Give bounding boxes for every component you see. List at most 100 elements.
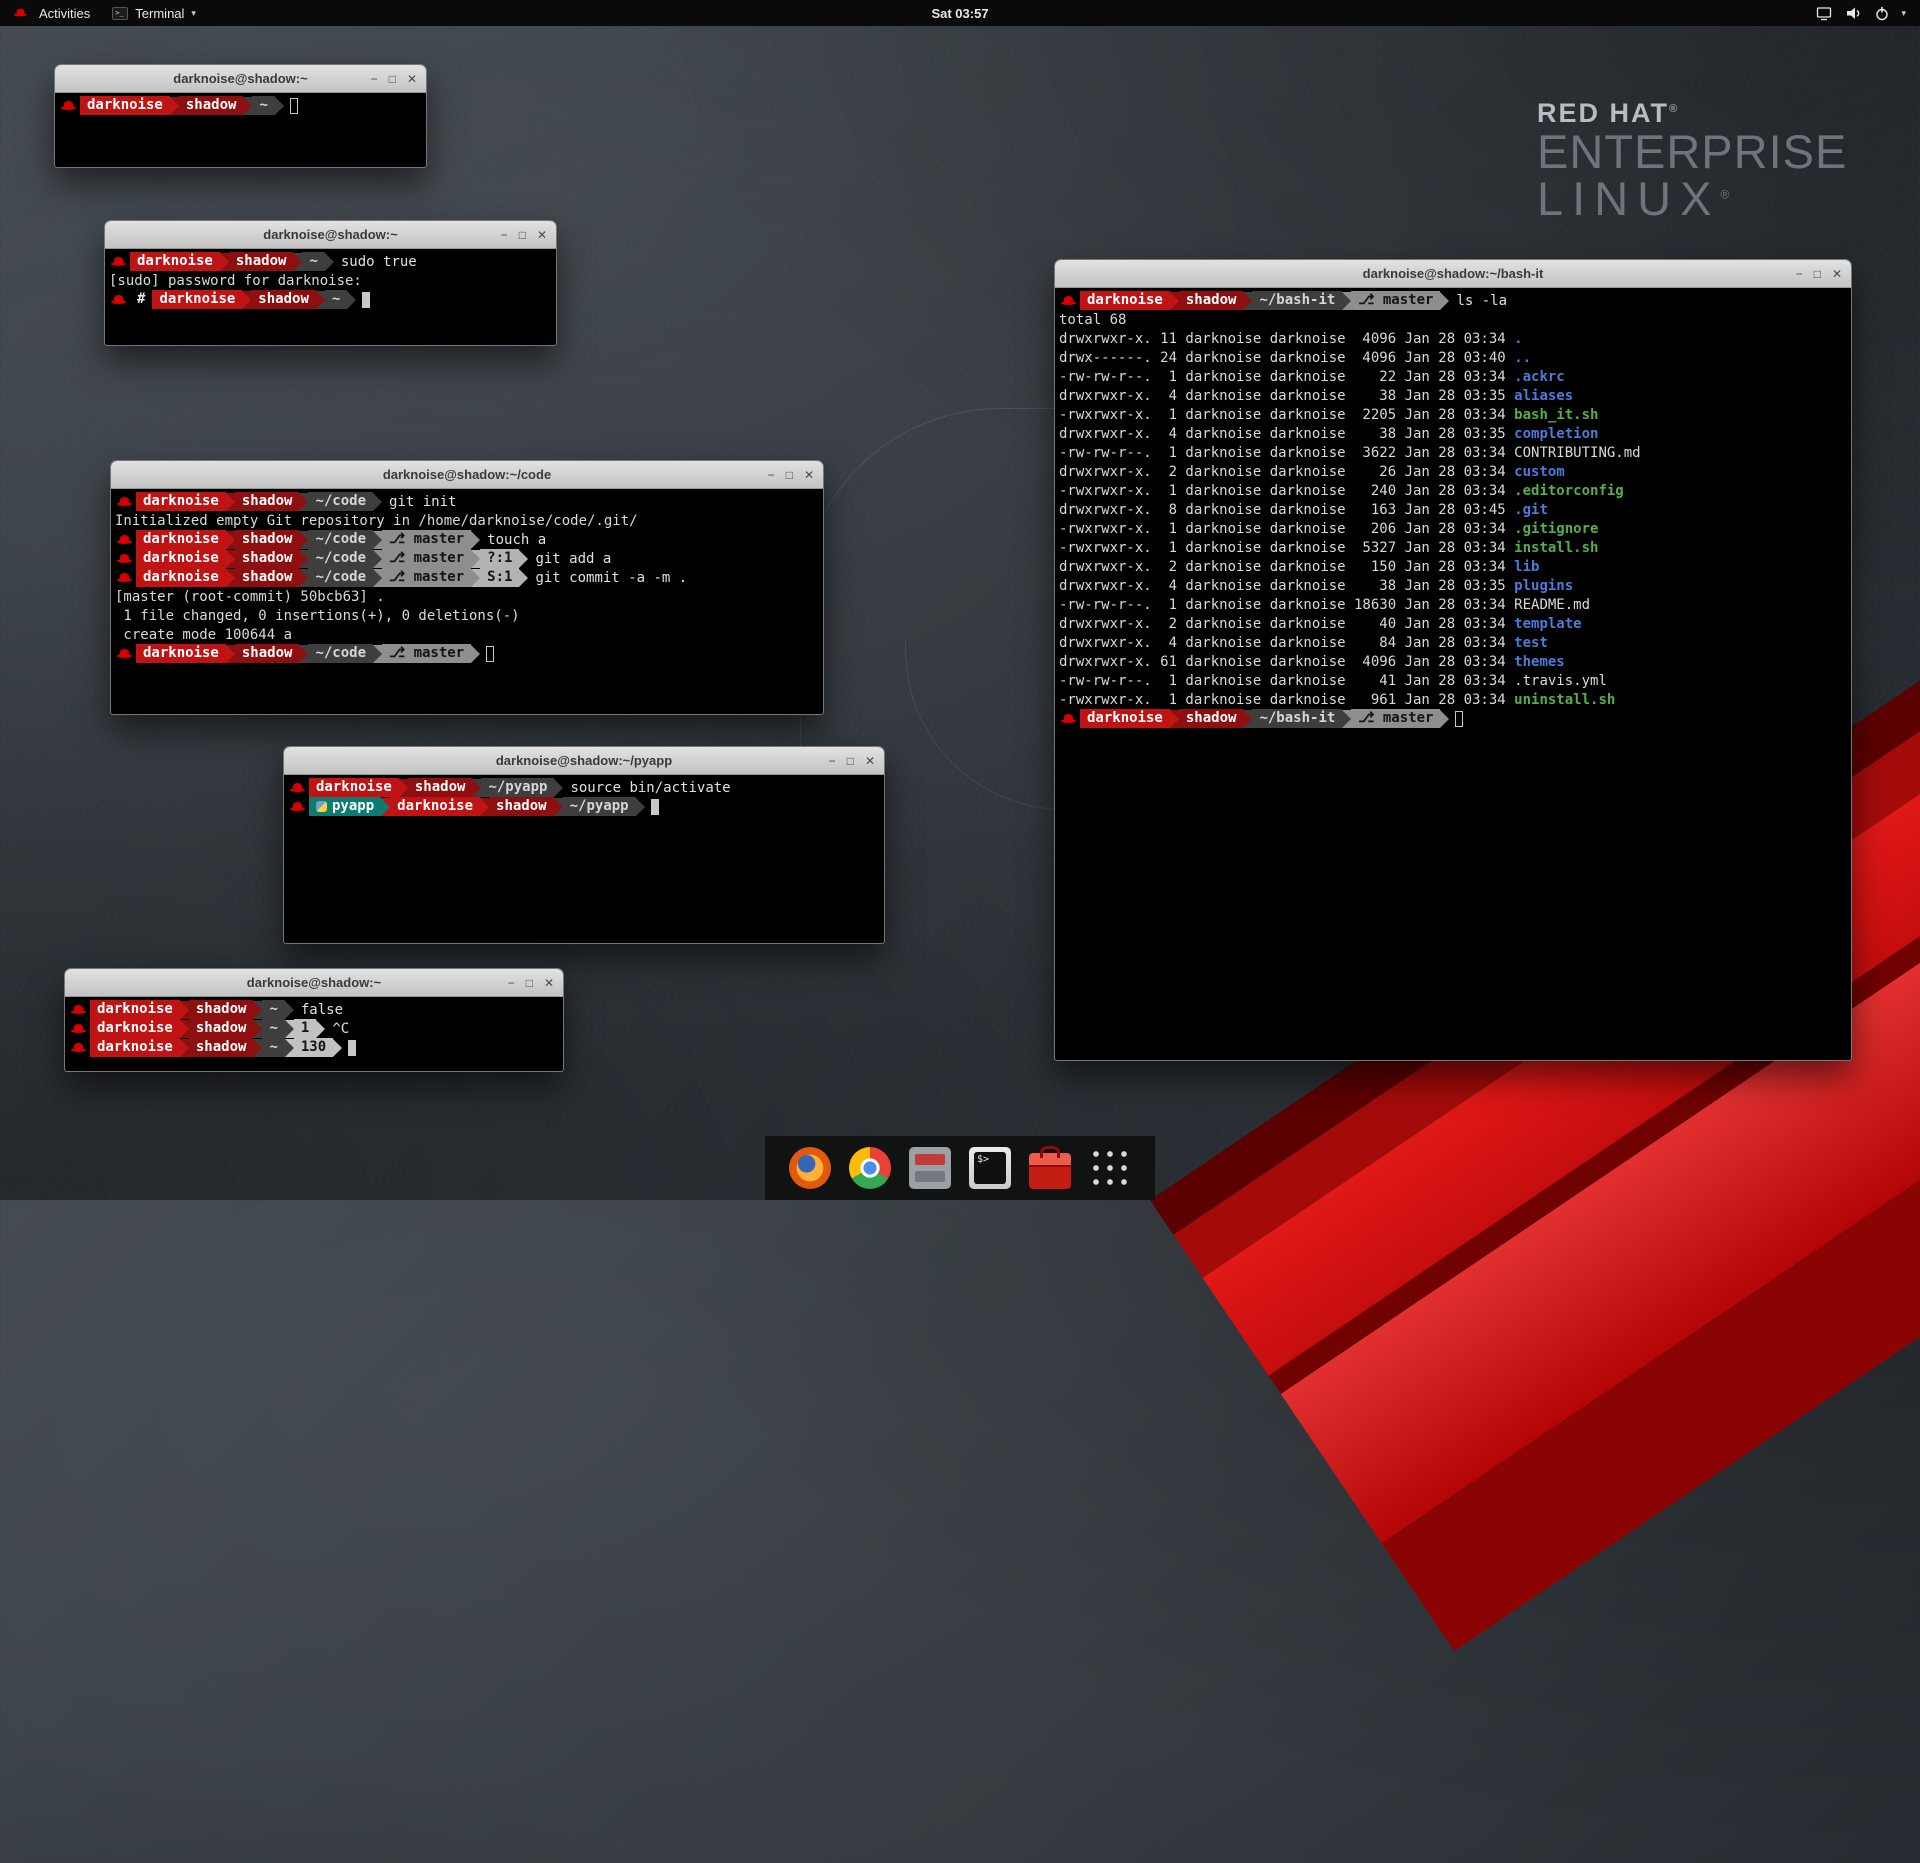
- terminal-cursor: [651, 799, 659, 815]
- prompt-user-segment: darknoise: [80, 96, 170, 115]
- window-titlebar[interactable]: darknoise@shadow:~/bash-it − □ ✕: [1055, 260, 1851, 288]
- maximize-button[interactable]: □: [847, 755, 854, 767]
- prompt-git-segment: ⎇ master: [382, 568, 471, 587]
- terminal-line: darknoiseshadow~/bash-it⎇ masterls -la: [1059, 291, 1847, 310]
- close-button[interactable]: ✕: [544, 977, 554, 989]
- redhat-icon: [71, 1042, 86, 1054]
- system-status-area[interactable]: ▾: [1808, 0, 1914, 26]
- terminal-line: -rwxrwxr-x. 1 darknoise darknoise 5327 J…: [1059, 538, 1847, 557]
- window-titlebar[interactable]: darknoise@shadow:~ − □ ✕: [55, 65, 426, 93]
- minimize-button[interactable]: −: [371, 73, 378, 85]
- minimize-button[interactable]: −: [768, 469, 775, 481]
- powerline-separator: [519, 569, 528, 587]
- redhat-icon: [61, 100, 76, 112]
- volume-icon: [1845, 6, 1863, 21]
- file-name: template: [1514, 616, 1581, 632]
- terminal-window: darknoise@shadow:~/code − □ ✕ darknoises…: [110, 460, 824, 715]
- redhat-icon: [117, 572, 132, 584]
- maximize-button[interactable]: □: [519, 229, 526, 241]
- minimize-button[interactable]: −: [1796, 268, 1803, 280]
- minimize-button[interactable]: −: [508, 977, 515, 989]
- terminal-app-icon: >_: [112, 7, 128, 20]
- terminal-content[interactable]: darknoiseshadow~/bash-it⎇ masterls -lato…: [1055, 288, 1851, 731]
- window-titlebar[interactable]: darknoise@shadow:~ − □ ✕: [105, 221, 556, 249]
- branding-line-3: LINUX®: [1537, 175, 1847, 223]
- minimize-button[interactable]: −: [501, 229, 508, 241]
- firefox-icon[interactable]: [789, 1147, 831, 1189]
- file-name: test: [1514, 635, 1548, 651]
- window-titlebar[interactable]: darknoise@shadow:~/code − □ ✕: [111, 461, 823, 489]
- window-titlebar[interactable]: darknoise@shadow:~ − □ ✕: [65, 969, 563, 997]
- redhat-branding: RED HAT® ENTERPRISE LINUX®: [1537, 100, 1847, 223]
- powerline-separator: [1440, 710, 1449, 728]
- chevron-down-icon: ▾: [191, 8, 196, 19]
- chevron-down-icon: ▾: [1901, 8, 1906, 19]
- terminal-line: darknoiseshadow~/code⎇ master: [115, 644, 819, 663]
- maximize-button[interactable]: □: [1814, 268, 1821, 280]
- prompt-user-segment: darknoise: [136, 568, 226, 587]
- prompt-host-segment: shadow: [235, 492, 300, 511]
- prompt-git-segment: ⎇ master: [1351, 709, 1440, 728]
- chrome-icon[interactable]: [849, 1147, 891, 1189]
- close-button[interactable]: ✕: [1832, 268, 1842, 280]
- powerline-separator: [180, 1001, 189, 1019]
- prompt-path-segment: ~: [325, 290, 347, 309]
- close-button[interactable]: ✕: [407, 73, 417, 85]
- command-text: false: [294, 1002, 343, 1018]
- powerline-separator: [226, 569, 235, 587]
- prompt-git-segment: ⎇ master: [1351, 291, 1440, 310]
- powerline-separator: [373, 550, 382, 568]
- terminal-cursor: [486, 646, 494, 662]
- activities-button[interactable]: Activities: [0, 0, 101, 26]
- toolbox-icon[interactable]: [1029, 1153, 1071, 1189]
- file-name: .ackrc: [1514, 369, 1565, 385]
- app-grid-icon[interactable]: [1089, 1147, 1131, 1189]
- ls-row-text: -rwxrwxr-x. 1 darknoise darknoise 961 Ja…: [1059, 692, 1514, 708]
- prompt-host-segment: shadow: [251, 290, 316, 309]
- command-text: touch a: [480, 532, 546, 548]
- close-button[interactable]: ✕: [865, 755, 875, 767]
- prompt-git-status-segment: S:1: [480, 568, 519, 587]
- file-name: README.md: [1514, 597, 1590, 613]
- close-button[interactable]: ✕: [537, 229, 547, 241]
- command-text: git init: [382, 494, 456, 510]
- window-title: darknoise@shadow:~/code: [111, 467, 823, 482]
- command-text: ls -la: [1449, 293, 1507, 309]
- terminal-line: drwxrwxr-x. 4 darknoise darknoise 38 Jan…: [1059, 386, 1847, 405]
- terminal-line: -rw-rw-r--. 1 darknoise darknoise 18630 …: [1059, 595, 1847, 614]
- prompt-host-segment: shadow: [189, 1019, 254, 1038]
- output-text: create mode 100644 a: [115, 627, 292, 643]
- prompt-host-segment: shadow: [235, 549, 300, 568]
- maximize-button[interactable]: □: [526, 977, 533, 989]
- close-button[interactable]: ✕: [804, 469, 814, 481]
- powerline-separator: [1440, 292, 1449, 310]
- maximize-button[interactable]: □: [786, 469, 793, 481]
- prompt-host-segment: shadow: [1179, 709, 1244, 728]
- files-icon[interactable]: [909, 1147, 951, 1189]
- terminal-content[interactable]: darknoiseshadow~: [55, 93, 426, 118]
- powerline-separator: [333, 1039, 342, 1057]
- window-titlebar[interactable]: darknoise@shadow:~/pyapp − □ ✕: [284, 747, 884, 775]
- terminal-content[interactable]: darknoiseshadow~/codegit initInitialized…: [111, 489, 823, 666]
- file-name: install.sh: [1514, 540, 1598, 556]
- terminal-content[interactable]: darknoiseshadow~sudo true[sudo] password…: [105, 249, 556, 312]
- terminal-content[interactable]: darknoiseshadow~/pyappsource bin/activat…: [284, 775, 884, 819]
- maximize-button[interactable]: □: [389, 73, 396, 85]
- terminal-line: drwxrwxr-x. 8 darknoise darknoise 163 Ja…: [1059, 500, 1847, 519]
- ls-row-text: -rwxrwxr-x. 1 darknoise darknoise 5327 J…: [1059, 540, 1514, 556]
- app-menu[interactable]: >_ Terminal ▾: [101, 0, 207, 26]
- file-name: custom: [1514, 464, 1565, 480]
- terminal-line: darknoiseshadow~1^C: [69, 1019, 559, 1038]
- clock[interactable]: Sat 03:57: [931, 6, 988, 21]
- redhat-icon: [14, 8, 27, 18]
- ls-row-text: drwxrwxr-x. 4 darknoise darknoise 38 Jan…: [1059, 388, 1514, 404]
- terminal-content[interactable]: darknoiseshadow~falsedarknoiseshadow~1^C…: [65, 997, 563, 1060]
- prompt-user-segment: darknoise: [136, 644, 226, 663]
- terminal-line: drwxrwxr-x. 2 darknoise darknoise 40 Jan…: [1059, 614, 1847, 633]
- terminal-line: darknoiseshadow~sudo true: [109, 252, 552, 271]
- prompt-path-segment: ~: [262, 1038, 284, 1057]
- minimize-button[interactable]: −: [829, 755, 836, 767]
- ls-row-text: drwxrwxr-x. 11 darknoise darknoise 4096 …: [1059, 331, 1514, 347]
- terminal-icon[interactable]: $>: [969, 1147, 1011, 1189]
- powerline-separator: [373, 645, 382, 663]
